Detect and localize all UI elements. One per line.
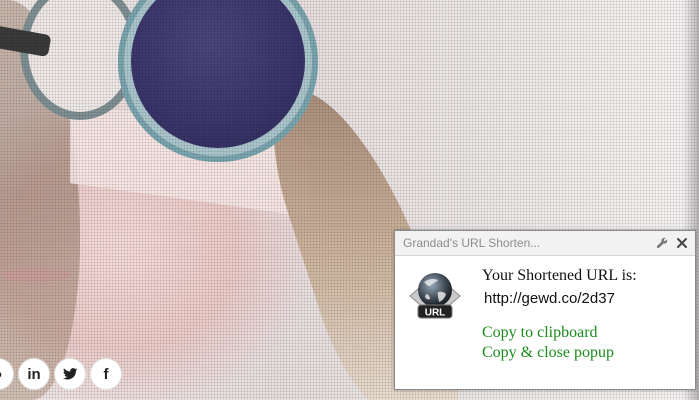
twitter-icon — [63, 368, 78, 380]
logo-text: URL — [425, 308, 446, 319]
url-globe-logo: URL — [409, 273, 461, 319]
facebook-button[interactable]: f — [90, 358, 122, 390]
facebook-icon: f — [103, 365, 109, 383]
popup-body: URL Your Shortened URL is: http://gewd.c… — [395, 256, 695, 389]
shortened-url-value[interactable]: http://gewd.co/2d37 — [484, 290, 637, 307]
copy-to-clipboard-link[interactable]: Copy to clipboard — [482, 323, 637, 343]
popup-content: Your Shortened URL is: http://gewd.co/2d… — [482, 266, 637, 363]
settings-button[interactable] — [655, 236, 669, 250]
wrench-icon — [656, 237, 668, 249]
popup-actions: Copy to clipboard Copy & close popup — [482, 323, 637, 363]
shortened-url-label: Your Shortened URL is: — [482, 267, 637, 284]
partial-social-icon[interactable]: ● — [0, 358, 14, 390]
twitter-button[interactable] — [54, 358, 86, 390]
close-button[interactable] — [675, 236, 689, 250]
popup-header: Grandad's URL Shorten... — [395, 231, 695, 256]
popup-title: Grandad's URL Shorten... — [403, 236, 541, 250]
linkedin-button[interactable]: in — [18, 358, 50, 390]
partial-icon: ● — [0, 366, 3, 383]
copy-and-close-link[interactable]: Copy & close popup — [482, 343, 637, 363]
social-links: ● in f — [0, 358, 122, 390]
linkedin-icon: in — [27, 365, 41, 383]
close-icon — [677, 238, 687, 248]
url-shortener-popup: Grandad's URL Shorten... URL Your Shorte… — [394, 230, 696, 390]
